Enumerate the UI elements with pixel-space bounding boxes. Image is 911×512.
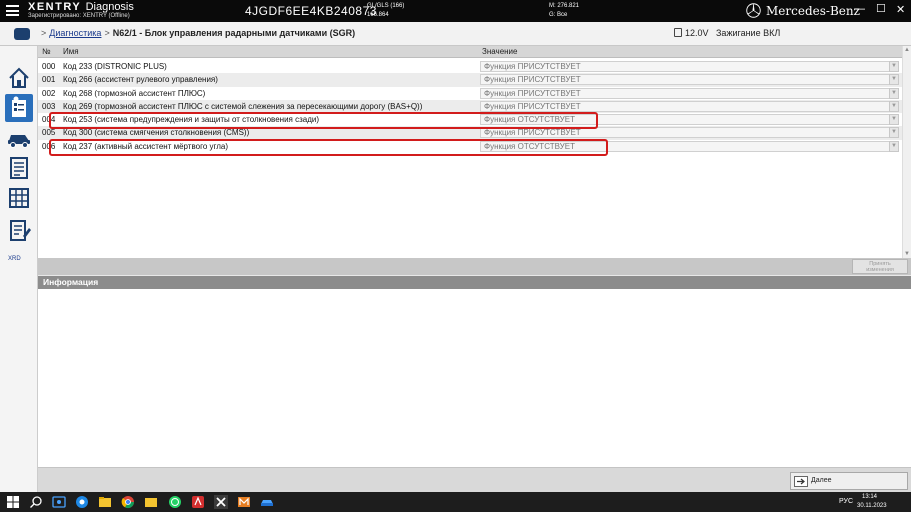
left-sidebar: XRD	[0, 46, 38, 492]
top-header: XENTRY Diagnosis Зарегистрировано: XENTR…	[0, 0, 911, 22]
info-panel	[38, 289, 911, 467]
grid-icon	[9, 188, 29, 208]
highlight-row-004	[49, 112, 598, 129]
value-dropdown[interactable]: Функция ПРИСУТСТВУЕТ	[480, 100, 899, 112]
sidebar-list[interactable]	[5, 154, 33, 182]
windows-taskbar: РУС 13:14 30.11.2023	[0, 492, 911, 512]
arrow-right-icon	[794, 476, 808, 487]
info-header: Информация	[38, 276, 911, 289]
value-dropdown[interactable]: Функция ПРИСУТСТВУЕТ	[480, 87, 899, 99]
whatsapp-icon[interactable]	[168, 495, 182, 509]
car-icon	[8, 135, 30, 148]
taskbar-time[interactable]: 13:14	[862, 494, 877, 500]
browser-icon[interactable]	[75, 495, 89, 509]
table-row[interactable]: 002 Код 268 (тормозной ассистент ПЛЮС) Ф…	[38, 87, 911, 100]
xentry-logo: XENTRY Diagnosis	[28, 1, 134, 13]
menu-icon[interactable]	[6, 5, 19, 16]
column-header-number[interactable]: №	[42, 47, 51, 56]
table-row[interactable]: 000 Код 233 (DISTRONIC PLUS) Функция ПРИ…	[38, 60, 911, 73]
engine-line-2: G: Все	[549, 12, 568, 18]
chrome-icon[interactable]	[121, 495, 135, 509]
brand-name: Mercedes-Benz	[766, 4, 860, 18]
page-title: N62/1 - Блок управления радарными датчик…	[112, 28, 356, 38]
windows-start-icon[interactable]	[6, 495, 20, 509]
table-scrollbar[interactable]: ▲ ▼	[902, 46, 911, 258]
search-icon[interactable]	[29, 495, 43, 509]
app-icon-car[interactable]	[260, 495, 274, 509]
apply-changes-button[interactable]: Принять изменения	[852, 259, 908, 274]
mercedes-star-icon	[746, 3, 761, 18]
minimize-icon[interactable]: —	[854, 3, 865, 15]
value-dropdown[interactable]: Функция ПРИСУТСТВУЕТ	[480, 127, 899, 139]
model-line-2: 166.864	[367, 12, 389, 18]
chevron-down-icon[interactable]: ▼	[889, 140, 899, 152]
xrd-link[interactable]: XRD	[8, 256, 21, 262]
table-row[interactable]: 001 Код 266 (ассистент рулевого управлен…	[38, 73, 911, 87]
chevron-down-icon[interactable]: ▼	[889, 74, 899, 86]
sidebar-modules[interactable]	[5, 184, 33, 212]
app-icon-mb[interactable]	[237, 495, 251, 509]
maximize-icon[interactable]: ☐	[876, 2, 886, 15]
vin-number: 4JGDF6EE4KB240873	[245, 4, 377, 18]
column-header-name[interactable]: Имя	[63, 47, 79, 56]
chevron-down-icon[interactable]: ▼	[889, 127, 899, 139]
battery-icon	[674, 28, 682, 37]
xentry-taskbar-icon[interactable]	[214, 495, 228, 509]
scroll-up-icon[interactable]: ▲	[904, 47, 910, 53]
close-icon[interactable]: ✕	[896, 3, 905, 16]
next-button[interactable]: Далее	[790, 472, 908, 490]
registration-text: Зарегистрировано: XENTRY (Offline)	[28, 13, 130, 19]
clipboard-edit-icon	[10, 220, 31, 241]
chevron-down-icon[interactable]: ▼	[889, 61, 899, 72]
battery-status: 12.0V	[674, 28, 709, 38]
model-line-1: GL/GLS (166)	[367, 3, 405, 9]
apply-bar: Принять изменения	[38, 258, 911, 275]
taskbar-date[interactable]: 30.11.2023	[857, 503, 887, 509]
diagnostics-icon	[12, 96, 26, 117]
breadcrumb-bar: > Диагностика > N62/1 - Блок управления рад…	[0, 22, 911, 66]
column-header-value[interactable]: Значение	[482, 47, 517, 56]
breadcrumb: > Диагностика > N62/1 - Блок управления рад…	[41, 28, 356, 38]
chevron-down-icon[interactable]: ▼	[889, 100, 899, 112]
pdf-icon[interactable]	[191, 495, 205, 509]
sidebar-report[interactable]	[5, 216, 33, 244]
sidebar-vehicle[interactable]	[5, 124, 33, 152]
sidebar-diagnostics[interactable]	[5, 94, 33, 122]
breadcrumb-diagnostics-link[interactable]: Диагностика	[49, 28, 101, 38]
table-header: № Имя Значение	[38, 46, 911, 58]
xentry-window: XENTRY Diagnosis Зарегистрировано: XENTR…	[0, 0, 911, 512]
value-dropdown[interactable]: Функция ПРИСУТСТВУЕТ	[480, 61, 899, 72]
engine-line-1: M: 276.821	[549, 3, 580, 9]
highlight-row-006	[49, 139, 608, 156]
sidebar-home[interactable]	[5, 64, 33, 92]
folder-icon[interactable]	[144, 495, 158, 509]
scroll-down-icon[interactable]: ▼	[904, 251, 910, 257]
vehicle-icon[interactable]	[14, 28, 30, 40]
task-view-icon[interactable]	[52, 495, 66, 509]
list-icon	[10, 157, 28, 179]
bottom-bar: Далее	[38, 467, 911, 492]
value-dropdown[interactable]: Функция ПРИСУТСТВУЕТ	[480, 74, 899, 86]
chevron-down-icon[interactable]: ▼	[889, 87, 899, 99]
file-explorer-icon[interactable]	[98, 495, 112, 509]
language-indicator[interactable]: РУС	[839, 498, 853, 505]
home-icon	[9, 67, 29, 88]
ignition-status: Зажигание ВКЛ	[716, 28, 781, 38]
chevron-down-icon[interactable]: ▼	[889, 114, 899, 126]
